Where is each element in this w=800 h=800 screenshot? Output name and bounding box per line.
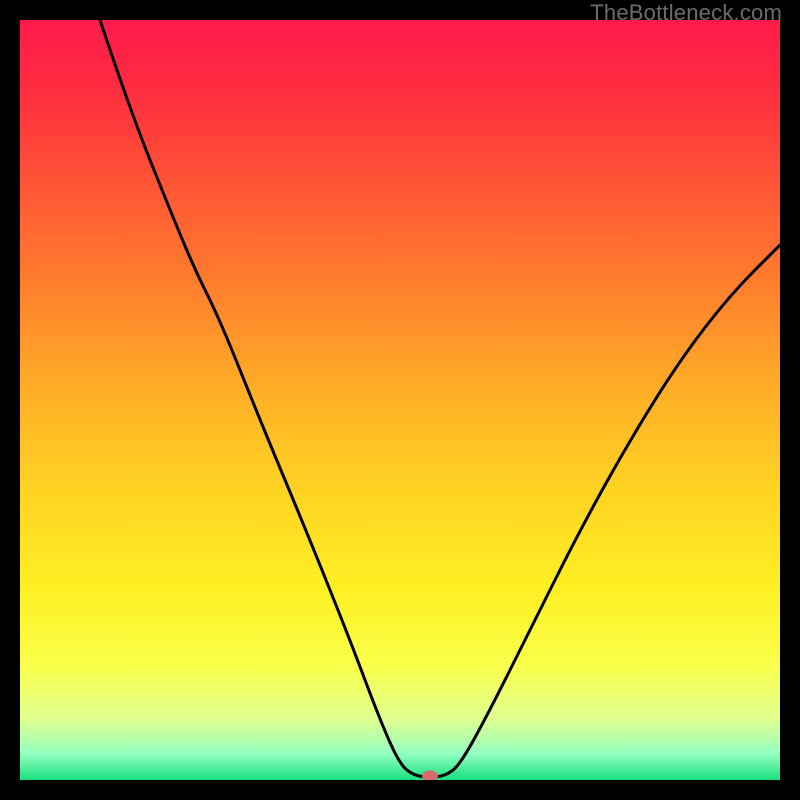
chart-svg: [20, 20, 780, 780]
gradient-background: [20, 20, 780, 780]
plot-area: [20, 20, 780, 780]
chart-frame: TheBottleneck.com: [0, 0, 800, 800]
